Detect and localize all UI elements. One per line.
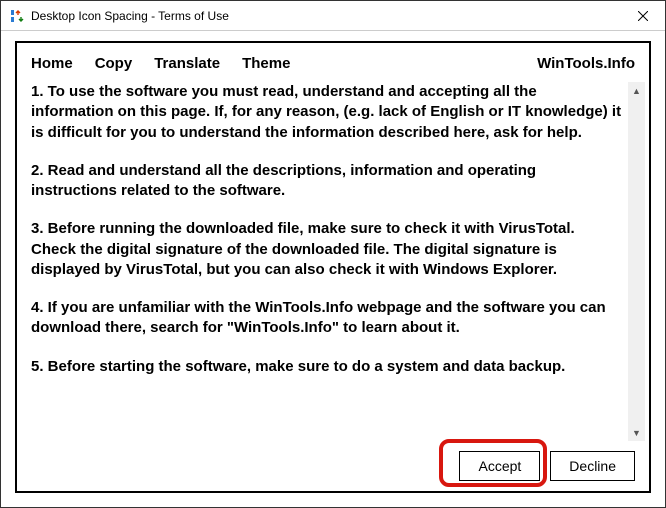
menu-copy[interactable]: Copy [95,55,133,72]
menu-home[interactable]: Home [31,55,73,72]
close-button[interactable] [620,1,665,31]
terms-scroll-area: 1. To use the software you must read, un… [17,82,649,441]
accept-button[interactable]: Accept [459,451,540,481]
app-icon [9,8,25,24]
terms-paragraph-5: 5. Before starting the software, make su… [31,357,622,377]
vertical-scrollbar[interactable]: ▲ ▼ [628,82,645,441]
terms-paragraph-4: 4. If you are unfamiliar with the WinToo… [31,298,622,339]
terms-paragraph-2: 2. Read and understand all the descripti… [31,161,622,202]
terms-paragraph-3: 3. Before running the downloaded file, m… [31,219,622,280]
terms-paragraph-1: 1. To use the software you must read, un… [31,82,622,143]
window-frame: Desktop Icon Spacing - Terms of Use Home… [0,0,666,508]
content-frame: Home Copy Translate Theme WinTools.Info … [15,41,651,493]
window-title: Desktop Icon Spacing - Terms of Use [31,9,229,23]
menubar: Home Copy Translate Theme WinTools.Info [17,51,649,82]
terms-text: 1. To use the software you must read, un… [31,82,626,441]
brand-label: WinTools.Info [537,55,635,72]
menu-translate[interactable]: Translate [154,55,220,72]
scroll-up-arrow-icon[interactable]: ▲ [628,82,645,99]
decline-button[interactable]: Decline [550,451,635,481]
scroll-down-arrow-icon[interactable]: ▼ [628,424,645,441]
window-body: Home Copy Translate Theme WinTools.Info … [1,31,665,507]
titlebar: Desktop Icon Spacing - Terms of Use [1,1,665,31]
menu-theme[interactable]: Theme [242,55,290,72]
dialog-button-row: Accept Decline [17,441,649,481]
